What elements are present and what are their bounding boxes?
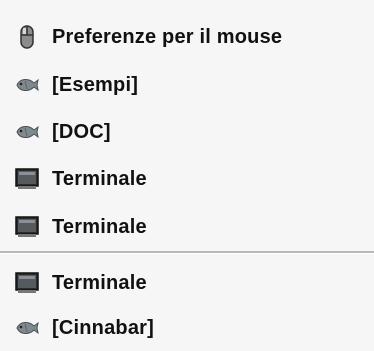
terminal-icon [14,166,40,192]
menu-item-terminale-1[interactable]: Terminale [0,155,374,203]
fish-icon [14,72,40,98]
fish-icon [14,315,40,341]
menu-item-label: Terminale [52,271,147,294]
menu-item-label: Terminale [52,167,147,190]
menu-item-terminale-2[interactable]: Terminale [0,203,374,251]
fish-icon [14,119,40,145]
context-menu: Preferenze per il mouse [Esempi] [DOC] T… [0,0,374,351]
menu-separator [0,251,374,254]
menu-item-terminale-3[interactable]: Terminale [0,259,374,307]
menu-item-label: [Cinnabar] [52,316,154,339]
terminal-icon [14,214,40,240]
menu-item-doc[interactable]: [DOC] [0,108,374,156]
menu-item-label: [Esempi] [52,73,139,96]
menu-item-label: Terminale [52,215,147,238]
mouse-icon [14,24,40,50]
menu-item-esempi[interactable]: [Esempi] [0,61,374,109]
menu-item-cinnabar[interactable]: [Cinnabar] [0,304,374,351]
menu-item-label: Preferenze per il mouse [52,25,283,48]
menu-item-label: [DOC] [52,120,111,143]
terminal-icon [14,270,40,296]
menu-item-preferenze-mouse[interactable]: Preferenze per il mouse [0,13,374,61]
